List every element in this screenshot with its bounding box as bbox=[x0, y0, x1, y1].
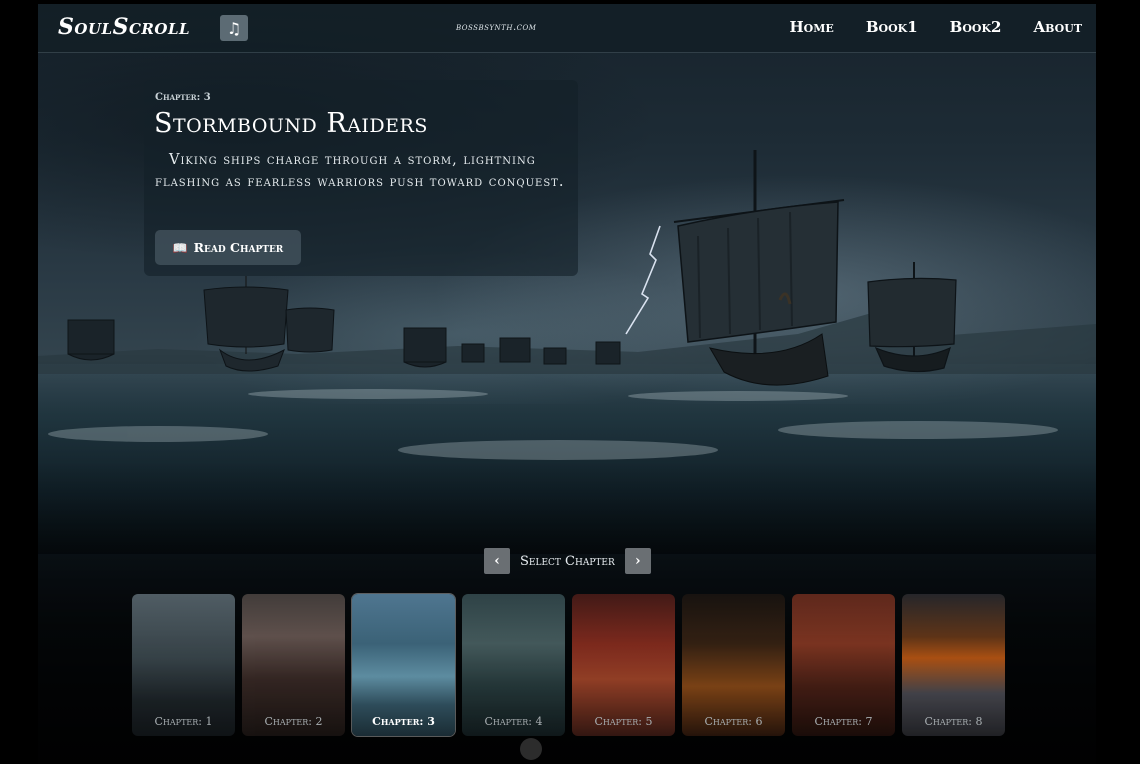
nav-book1[interactable]: Book1 bbox=[866, 18, 918, 36]
chapter-title: Stormbound Raiders bbox=[154, 108, 428, 139]
chapter-thumbnail-label: Chapter: 2 bbox=[264, 715, 323, 728]
chapter-thumbnail-1[interactable]: Chapter: 1 bbox=[132, 594, 235, 736]
open-book-icon: 📖 bbox=[172, 240, 188, 255]
music-toggle-button[interactable]: ♫ bbox=[220, 15, 248, 41]
next-chapter-button[interactable]: › bbox=[624, 548, 651, 574]
chapter-thumbnail-label: Chapter: 5 bbox=[594, 715, 653, 728]
main-nav: Home Book1 Book2 About bbox=[789, 18, 1082, 36]
chapter-thumbnail-label: Chapter: 3 bbox=[372, 715, 435, 728]
read-chapter-button[interactable]: 📖 Read Chapter bbox=[155, 230, 301, 265]
chapter-thumbnail-5[interactable]: Chapter: 5 bbox=[572, 594, 675, 736]
chapter-hero-card: Chapter: 3 Stormbound Raiders Viking shi… bbox=[144, 80, 578, 276]
chapter-thumbnail-2[interactable]: Chapter: 2 bbox=[242, 594, 345, 736]
nav-home[interactable]: Home bbox=[789, 18, 833, 36]
site-url-label: bossbsynth.com bbox=[456, 22, 537, 33]
chevron-right-icon: › bbox=[634, 553, 641, 569]
nav-about[interactable]: About bbox=[1034, 18, 1083, 36]
scroll-indicator[interactable] bbox=[520, 738, 542, 760]
chapter-thumbnail-label: Chapter: 7 bbox=[814, 715, 873, 728]
chapter-thumbnail-label: Chapter: 4 bbox=[484, 715, 543, 728]
read-chapter-label: Read Chapter bbox=[193, 240, 284, 255]
chapter-description: Viking ships charge through a storm, lig… bbox=[155, 152, 565, 190]
select-chapter-label: Select Chapter bbox=[520, 553, 615, 569]
page: SoulScroll ♫ bossbsynth.com Home Book1 B… bbox=[38, 4, 1096, 764]
previous-chapter-button[interactable]: ‹ bbox=[484, 548, 510, 574]
chevron-left-icon: ‹ bbox=[494, 553, 500, 569]
chapter-thumbnail-6[interactable]: Chapter: 6 bbox=[682, 594, 785, 736]
site-logo[interactable]: SoulScroll bbox=[58, 14, 190, 40]
chapter-thumbnail-3[interactable]: Chapter: 3 bbox=[352, 594, 455, 736]
chapter-thumbnail-8[interactable]: Chapter: 8 bbox=[902, 594, 1005, 736]
chapter-thumbnail-7[interactable]: Chapter: 7 bbox=[792, 594, 895, 736]
nav-book2[interactable]: Book2 bbox=[950, 18, 1002, 36]
music-note-icon: ♫ bbox=[226, 18, 242, 38]
chapter-thumbnail-label: Chapter: 8 bbox=[924, 715, 983, 728]
chapter-thumbnail-label: Chapter: 1 bbox=[154, 715, 213, 728]
chapter-thumbnail-4[interactable]: Chapter: 4 bbox=[462, 594, 565, 736]
chapter-thumbnail-label: Chapter: 6 bbox=[704, 715, 763, 728]
chapter-kicker: Chapter: 3 bbox=[155, 92, 211, 103]
top-navigation-bar: SoulScroll ♫ bossbsynth.com Home Book1 B… bbox=[38, 4, 1096, 53]
chapter-selector: ‹ Select Chapter › bbox=[484, 548, 651, 574]
chapter-thumbnails: Chapter: 1 Chapter: 2 Chapter: 3 Chapter… bbox=[132, 594, 1005, 736]
